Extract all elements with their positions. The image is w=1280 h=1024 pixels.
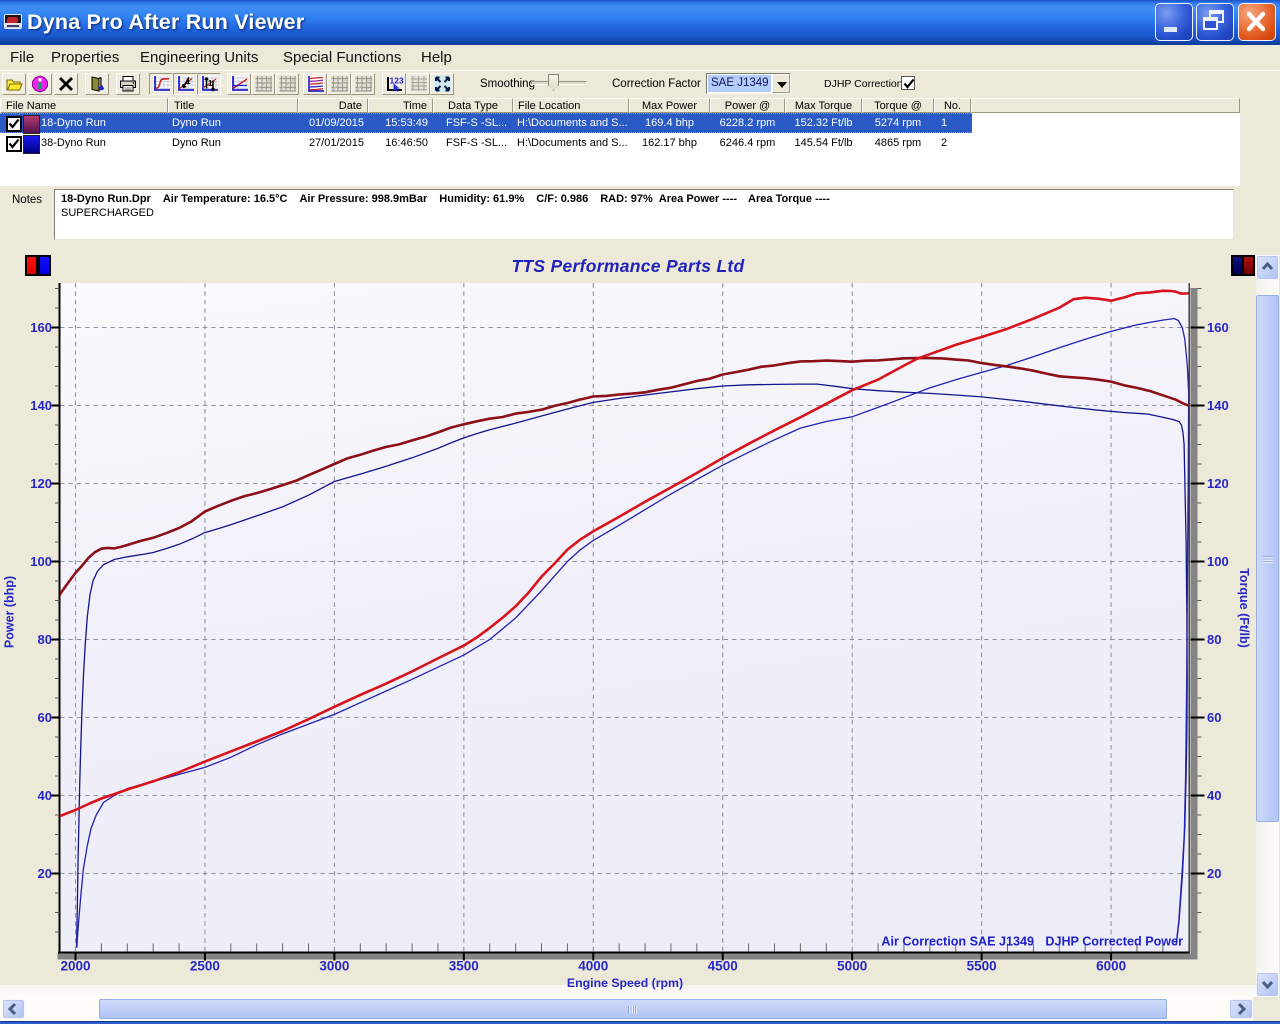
svg-text:5500: 5500 <box>967 959 997 974</box>
svg-text:60: 60 <box>38 710 52 725</box>
svg-text:3500: 3500 <box>449 959 479 974</box>
svg-text:4500: 4500 <box>708 959 738 974</box>
svg-text:Power (bhp): Power (bhp) <box>3 576 17 648</box>
svg-text:1: 1 <box>186 77 191 86</box>
svg-text:5000: 5000 <box>837 959 867 974</box>
svg-text:4000: 4000 <box>578 959 608 974</box>
svg-text:100: 100 <box>1207 554 1229 569</box>
svg-text:123: 123 <box>390 76 404 86</box>
svg-text:140: 140 <box>30 398 52 413</box>
svg-text:Engine Speed (rpm): Engine Speed (rpm) <box>567 976 683 990</box>
svg-text:140: 140 <box>1207 398 1229 413</box>
svg-text:Torque (Ft/lb): Torque (Ft/lb) <box>1237 568 1251 648</box>
svg-text:120: 120 <box>1207 476 1229 491</box>
svg-text:120: 120 <box>30 476 52 491</box>
svg-text:60: 60 <box>1207 710 1221 725</box>
svg-text:40: 40 <box>38 788 52 803</box>
svg-text:DJHP Corrected Power: DJHP Corrected Power <box>1045 935 1183 949</box>
svg-text:160: 160 <box>30 320 52 335</box>
svg-text:80: 80 <box>1207 632 1221 647</box>
svg-text:6000: 6000 <box>1096 959 1126 974</box>
svg-text:80: 80 <box>38 632 52 647</box>
svg-text:2500: 2500 <box>190 959 220 974</box>
svg-text:40: 40 <box>1207 788 1221 803</box>
svg-text:2000: 2000 <box>60 959 90 974</box>
svg-text:1: 1 <box>208 79 213 88</box>
svg-text:20: 20 <box>38 866 52 881</box>
svg-text:100: 100 <box>30 554 52 569</box>
svg-text:20: 20 <box>1207 866 1221 881</box>
svg-text:160: 160 <box>1207 320 1229 335</box>
svg-text:Air Correction SAE J1349: Air Correction SAE J1349 <box>881 935 1034 949</box>
svg-text:3000: 3000 <box>319 959 349 974</box>
